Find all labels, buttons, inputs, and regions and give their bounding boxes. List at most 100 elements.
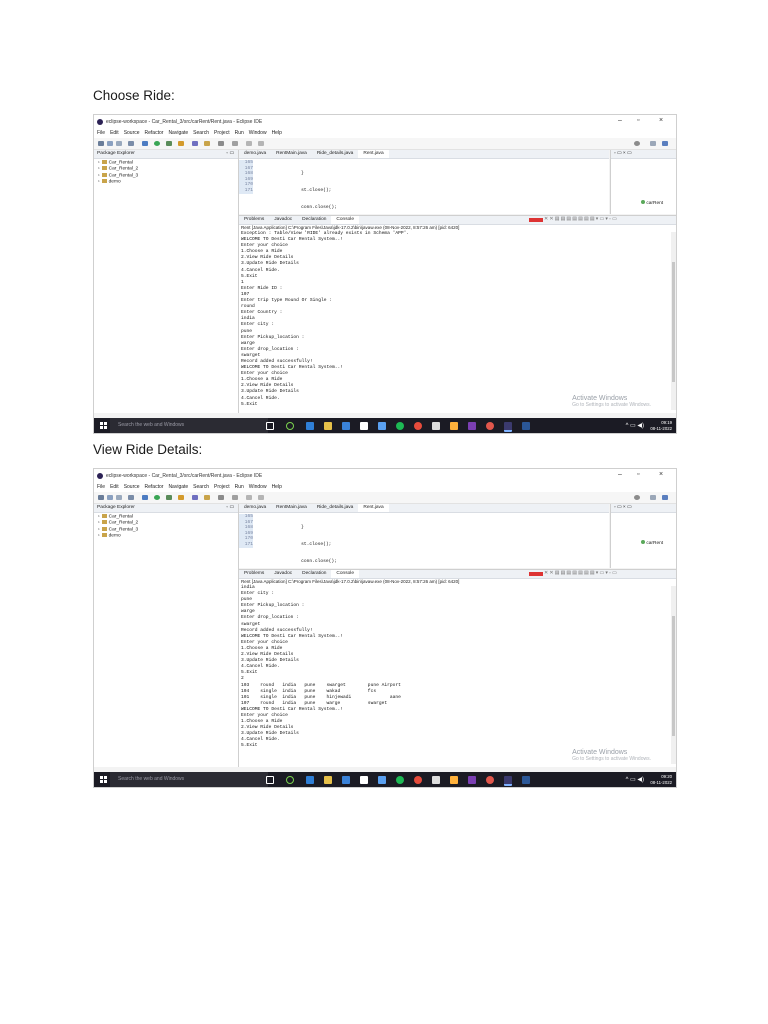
browser-icon[interactable]: [396, 422, 404, 430]
maximize-icon[interactable]: ▫: [637, 471, 639, 478]
menu-run[interactable]: Run: [235, 129, 244, 138]
tab-javadoc[interactable]: Javadoc: [269, 216, 297, 224]
outline-item[interactable]: carRent: [641, 200, 663, 206]
external-tools-icon[interactable]: [178, 141, 184, 146]
new-java-project-icon[interactable]: [192, 141, 198, 146]
word-icon[interactable]: [522, 776, 530, 784]
tab-javadoc[interactable]: Javadoc: [269, 570, 297, 578]
console-output[interactable]: Exception : Table/View 'RIDE' already ex…: [239, 231, 676, 408]
editor-tab-active[interactable]: Rent.java: [358, 504, 389, 512]
run-icon[interactable]: [154, 141, 160, 146]
menu-navigate[interactable]: Navigate: [168, 483, 188, 492]
new-java-project-icon[interactable]: [192, 495, 198, 500]
taskbar-clock[interactable]: 09:20 08-11-2022: [650, 774, 672, 785]
back-icon[interactable]: [246, 495, 252, 500]
perspective-icon[interactable]: [650, 141, 656, 146]
save-icon[interactable]: [107, 141, 113, 146]
view-menu-icon[interactable]: ▫ ▭: [226, 504, 234, 512]
debug-icon[interactable]: [142, 495, 148, 500]
store-icon[interactable]: [360, 776, 368, 784]
java-perspective-icon[interactable]: [662, 141, 668, 146]
tab-problems[interactable]: Problems: [239, 570, 269, 578]
forward-icon[interactable]: [258, 495, 264, 500]
java-perspective-icon[interactable]: [662, 495, 668, 500]
editor-tab-active[interactable]: Rent.java: [358, 150, 389, 158]
menu-help[interactable]: Help: [272, 483, 282, 492]
file-explorer-icon[interactable]: [324, 776, 332, 784]
new-icon[interactable]: [98, 141, 104, 146]
annotation-icon[interactable]: [232, 141, 238, 146]
menu-file[interactable]: File: [97, 483, 105, 492]
search-toolbar-icon[interactable]: [218, 141, 224, 146]
menu-project[interactable]: Project: [214, 129, 230, 138]
edge-icon[interactable]: [306, 422, 314, 430]
app-icon[interactable]: [432, 422, 440, 430]
menu-file[interactable]: File: [97, 129, 105, 138]
app-icon[interactable]: [468, 422, 476, 430]
browser-icon[interactable]: [396, 776, 404, 784]
view-menu-icon[interactable]: ▫ ▭: [226, 150, 234, 158]
chrome-icon[interactable]: [414, 422, 422, 430]
annotation-icon[interactable]: [232, 495, 238, 500]
editor-tab[interactable]: demo.java: [239, 504, 271, 512]
menu-search[interactable]: Search: [193, 483, 209, 492]
store-icon[interactable]: [360, 422, 368, 430]
search-icon[interactable]: [634, 141, 640, 146]
run-icon[interactable]: [154, 495, 160, 500]
tab-declaration[interactable]: Declaration: [297, 570, 331, 578]
mail-icon[interactable]: [342, 776, 350, 784]
app-icon[interactable]: [432, 776, 440, 784]
coverage-icon[interactable]: [166, 495, 172, 500]
open-type-icon[interactable]: [204, 495, 210, 500]
package-explorer-tab[interactable]: Package Explorer: [97, 505, 135, 510]
editor-tab[interactable]: RentMain.java: [271, 504, 312, 512]
menu-refactor[interactable]: Refactor: [145, 129, 164, 138]
menu-window[interactable]: Window: [249, 129, 267, 138]
close-icon[interactable]: ×: [659, 117, 663, 124]
print-icon[interactable]: [128, 141, 134, 146]
open-type-icon[interactable]: [204, 141, 210, 146]
search-toolbar-icon[interactable]: [218, 495, 224, 500]
menu-source[interactable]: Source: [124, 483, 140, 492]
menu-refactor[interactable]: Refactor: [145, 483, 164, 492]
back-icon[interactable]: [246, 141, 252, 146]
save-icon[interactable]: [107, 495, 113, 500]
close-icon[interactable]: ×: [659, 471, 663, 478]
cortana-icon[interactable]: [286, 422, 294, 430]
outline-item[interactable]: carRent: [641, 540, 663, 546]
mail-icon[interactable]: [342, 422, 350, 430]
package-explorer-tab[interactable]: Package Explorer: [97, 151, 135, 156]
eclipse-taskbar-icon[interactable]: [504, 422, 512, 432]
editor-tab[interactable]: Ride_details.java: [312, 504, 359, 512]
notes-icon[interactable]: [450, 776, 458, 784]
task-view-icon[interactable]: [266, 776, 274, 784]
taskbar-clock[interactable]: 09:19 08-11-2022: [650, 420, 672, 431]
menu-run[interactable]: Run: [235, 483, 244, 492]
perspective-icon[interactable]: [650, 495, 656, 500]
taskbar-search-box[interactable]: Search the web and Windows: [110, 772, 268, 787]
tab-declaration[interactable]: Declaration: [297, 216, 331, 224]
menu-source[interactable]: Source: [124, 129, 140, 138]
minimize-icon[interactable]: –: [618, 117, 622, 124]
external-tools-icon[interactable]: [178, 495, 184, 500]
editor-tab[interactable]: Ride_details.java: [312, 150, 359, 158]
tab-console[interactable]: Console: [331, 570, 360, 578]
debug-icon[interactable]: [142, 141, 148, 146]
word-icon[interactable]: [522, 422, 530, 430]
system-tray-icons[interactable]: ^ ▭ ◀): [626, 422, 644, 429]
minimize-icon[interactable]: –: [618, 471, 622, 478]
browser-icon[interactable]: [486, 422, 494, 430]
search-icon[interactable]: [634, 495, 640, 500]
coverage-icon[interactable]: [166, 141, 172, 146]
menu-help[interactable]: Help: [272, 129, 282, 138]
system-tray-icons[interactable]: ^ ▭ ◀): [626, 776, 644, 783]
task-view-icon[interactable]: [266, 422, 274, 430]
app-icon[interactable]: [378, 776, 386, 784]
menu-window[interactable]: Window: [249, 483, 267, 492]
cortana-icon[interactable]: [286, 776, 294, 784]
menu-edit[interactable]: Edit: [110, 483, 119, 492]
project-item[interactable]: › demo: [98, 178, 238, 185]
console-toolbar-icons[interactable]: ✕ ✕ ▤ ▤ ▤ ▤ ▤ ▤ ▤ ▾ ▭ ▾ ▫ ▭: [539, 570, 622, 578]
edge-icon[interactable]: [306, 776, 314, 784]
menu-edit[interactable]: Edit: [110, 129, 119, 138]
